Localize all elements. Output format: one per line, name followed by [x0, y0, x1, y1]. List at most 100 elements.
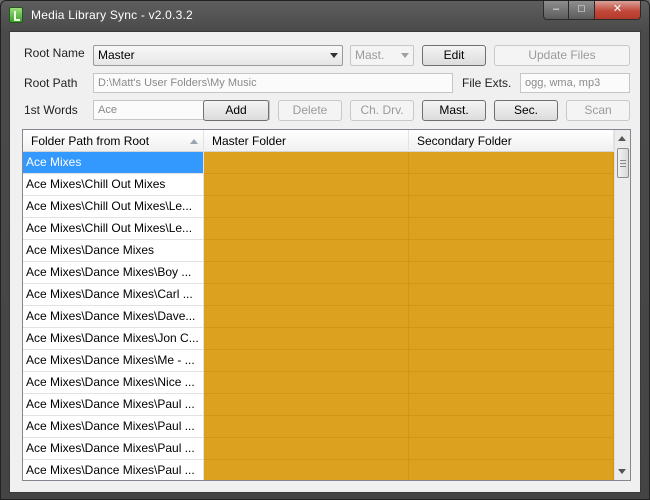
master-folder-cell[interactable]: [204, 262, 409, 284]
app-logo-icon[interactable]: [9, 7, 23, 23]
folder-path-cell[interactable]: Ace Mixes\Dance Mixes\Paul ...: [23, 460, 204, 480]
table-row[interactable]: Ace Mixes\Chill Out Mixes\Le...: [23, 196, 614, 218]
main-panel: Root Name Master Mast. Edit Update Files…: [9, 31, 641, 493]
table-row[interactable]: Ace Mixes\Dance Mixes\Nice ...: [23, 372, 614, 394]
sort-ascending-icon: [190, 139, 198, 144]
column-header-folder-path[interactable]: Folder Path from Root: [23, 130, 204, 152]
table-row[interactable]: Ace Mixes\Dance Mixes\Paul ...: [23, 416, 614, 438]
secondary-folder-cell[interactable]: [409, 218, 614, 240]
app-window: Media Library Sync - v2.0.3.2 – □ ✕ Root…: [0, 0, 650, 500]
chevron-down-icon: [401, 53, 409, 58]
scan-button[interactable]: Scan: [566, 100, 630, 121]
scroll-up-icon[interactable]: [618, 136, 626, 141]
folder-path-cell[interactable]: Ace Mixes\Dance Mixes\Paul ...: [23, 438, 204, 460]
table-row[interactable]: Ace Mixes\Dance Mixes\Jon C...: [23, 328, 614, 350]
change-drive-button[interactable]: Ch. Drv.: [350, 100, 414, 121]
table-row[interactable]: Ace Mixes\Dance Mixes\Paul ...: [23, 460, 614, 480]
secondary-folder-cell[interactable]: [409, 460, 614, 480]
master-button[interactable]: Mast.: [422, 100, 486, 121]
close-button[interactable]: ✕: [595, 1, 641, 20]
master-folder-cell[interactable]: [204, 218, 409, 240]
secondary-folder-cell[interactable]: [409, 350, 614, 372]
minimize-icon: –: [552, 3, 560, 15]
master-folder-cell[interactable]: [204, 152, 409, 174]
grid-header: Folder Path from Root Master Folder Seco…: [23, 130, 614, 152]
table-row[interactable]: Ace Mixes\Dance Mixes: [23, 240, 614, 262]
root-name-select[interactable]: Master: [93, 45, 343, 66]
maximize-button[interactable]: □: [569, 1, 595, 20]
secondary-folder-cell[interactable]: [409, 328, 614, 350]
table-row[interactable]: Ace Mixes\Dance Mixes\Carl ...: [23, 284, 614, 306]
folder-path-cell[interactable]: Ace Mixes\Dance Mixes: [23, 240, 204, 262]
minimize-button[interactable]: –: [543, 1, 569, 20]
folder-path-cell[interactable]: Ace Mixes\Dance Mixes\Paul ...: [23, 416, 204, 438]
master-folder-cell[interactable]: [204, 394, 409, 416]
secondary-folder-cell[interactable]: [409, 284, 614, 306]
table-row[interactable]: Ace Mixes\Dance Mixes\Me - ...: [23, 350, 614, 372]
column-header-label: Folder Path from Root: [31, 134, 150, 148]
folder-path-cell[interactable]: Ace Mixes\Chill Out Mixes\Le...: [23, 218, 204, 240]
column-header-master-folder[interactable]: Master Folder: [204, 130, 409, 152]
secondary-folder-cell[interactable]: [409, 152, 614, 174]
table-row[interactable]: Ace Mixes\Chill Out Mixes: [23, 174, 614, 196]
folder-path-cell[interactable]: Ace Mixes\Dance Mixes\Paul ...: [23, 394, 204, 416]
secondary-folder-cell[interactable]: [409, 240, 614, 262]
table-row[interactable]: Ace Mixes: [23, 152, 614, 174]
master-folder-cell[interactable]: [204, 240, 409, 262]
master-folder-cell[interactable]: [204, 196, 409, 218]
scroll-down-icon[interactable]: [618, 469, 626, 474]
secondary-folder-cell[interactable]: [409, 372, 614, 394]
root-short-name-value: Mast.: [355, 48, 385, 62]
master-folder-cell[interactable]: [204, 328, 409, 350]
secondary-folder-cell[interactable]: [409, 416, 614, 438]
secondary-folder-cell[interactable]: [409, 438, 614, 460]
secondary-folder-cell[interactable]: [409, 262, 614, 284]
master-folder-cell[interactable]: [204, 284, 409, 306]
root-path-field[interactable]: D:\Matt's User Folders\My Music: [93, 73, 453, 93]
root-path-label: Root Path: [24, 76, 78, 90]
secondary-folder-cell[interactable]: [409, 306, 614, 328]
master-folder-cell[interactable]: [204, 174, 409, 196]
column-header-secondary-folder[interactable]: Secondary Folder: [409, 130, 614, 152]
grid-body: Ace Mixes Ace Mixes\Chill Out Mixes Ace Mi…: [23, 152, 614, 480]
folder-path-cell[interactable]: Ace Mixes\Dance Mixes\Nice ...: [23, 372, 204, 394]
folder-path-cell[interactable]: Ace Mixes\Dance Mixes\Me - ...: [23, 350, 204, 372]
scroll-thumb[interactable]: [617, 148, 629, 178]
table-row[interactable]: Ace Mixes\Chill Out Mixes\Le...: [23, 218, 614, 240]
master-folder-cell[interactable]: [204, 460, 409, 480]
folder-path-cell[interactable]: Ace Mixes\Chill Out Mixes\Le...: [23, 196, 204, 218]
add-button[interactable]: Add: [203, 100, 269, 121]
secondary-folder-cell[interactable]: [409, 174, 614, 196]
table-row[interactable]: Ace Mixes\Dance Mixes\Boy ...: [23, 262, 614, 284]
secondary-folder-cell[interactable]: [409, 394, 614, 416]
vertical-scrollbar[interactable]: [614, 130, 630, 480]
folder-path-cell[interactable]: Ace Mixes\Dance Mixes\Dave...: [23, 306, 204, 328]
folder-path-cell[interactable]: Ace Mixes\Dance Mixes\Carl ...: [23, 284, 204, 306]
master-folder-cell[interactable]: [204, 306, 409, 328]
table-row[interactable]: Ace Mixes\Dance Mixes\Paul ...: [23, 394, 614, 416]
column-header-label: Secondary Folder: [417, 134, 512, 148]
folder-grid[interactable]: Folder Path from Root Master Folder Seco…: [22, 129, 631, 481]
title-bar[interactable]: Media Library Sync - v2.0.3.2 – □ ✕: [1, 1, 649, 31]
close-icon: ✕: [612, 3, 623, 15]
master-folder-cell[interactable]: [204, 438, 409, 460]
root-short-name-select[interactable]: Mast.: [350, 45, 414, 66]
grip-icon: [620, 160, 626, 167]
folder-path-cell[interactable]: Ace Mixes: [23, 152, 204, 174]
table-row[interactable]: Ace Mixes\Dance Mixes\Paul ...: [23, 438, 614, 460]
folder-path-cell[interactable]: Ace Mixes\Dance Mixes\Boy ...: [23, 262, 204, 284]
folder-path-cell[interactable]: Ace Mixes\Chill Out Mixes: [23, 174, 204, 196]
secondary-button[interactable]: Sec.: [494, 100, 558, 121]
master-folder-cell[interactable]: [204, 350, 409, 372]
secondary-folder-cell[interactable]: [409, 196, 614, 218]
root-name-value: Master: [98, 48, 135, 62]
master-folder-cell[interactable]: [204, 372, 409, 394]
table-row[interactable]: Ace Mixes\Dance Mixes\Dave...: [23, 306, 614, 328]
file-exts-field[interactable]: ogg, wma, mp3: [520, 73, 630, 93]
delete-button[interactable]: Delete: [278, 100, 342, 121]
edit-button[interactable]: Edit: [422, 45, 486, 66]
update-files-button[interactable]: Update Files: [494, 45, 630, 66]
window-title: Media Library Sync - v2.0.3.2: [31, 8, 193, 22]
folder-path-cell[interactable]: Ace Mixes\Dance Mixes\Jon C...: [23, 328, 204, 350]
master-folder-cell[interactable]: [204, 416, 409, 438]
